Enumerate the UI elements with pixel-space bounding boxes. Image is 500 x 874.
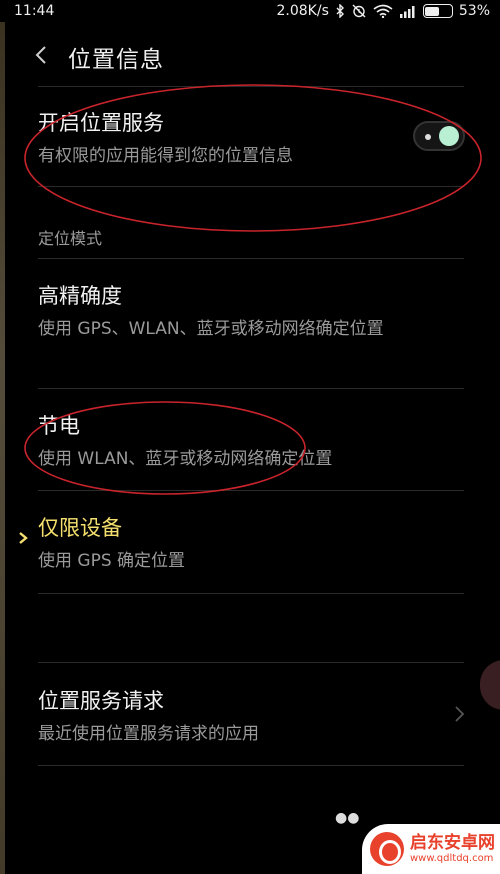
divider — [38, 662, 464, 663]
wifi-icon — [373, 4, 393, 18]
battery-icon — [422, 4, 453, 18]
divider — [38, 490, 464, 491]
location-requests-subtitle: 最近使用位置服务请求的应用 — [38, 724, 259, 744]
menu-dots-icon: ●● — [335, 810, 360, 826]
divider — [38, 388, 464, 389]
page-title: 位置信息 — [68, 47, 164, 73]
floating-ball[interactable] — [480, 660, 500, 710]
mode-option-subtitle: 使用 GPS、WLAN、蓝牙或移动网络确定位置 — [38, 319, 384, 339]
location-requests-title: 位置服务请求 — [38, 689, 164, 713]
alarm-off-icon — [351, 4, 367, 18]
signal-icon — [399, 4, 417, 18]
watermark-url: www.qdltdq.com — [410, 853, 494, 864]
location-service-row[interactable]: 开启位置服务 有权限的应用能得到您的位置信息 — [38, 108, 464, 170]
network-speed: 2.08K/s — [276, 3, 329, 19]
chevron-right-icon — [455, 706, 465, 722]
section-label-mode: 定位模式 — [38, 229, 103, 248]
header: 位置信息 — [0, 30, 500, 80]
battery-percent: 53% — [458, 3, 490, 19]
mode-option-device-only[interactable]: 仅限设备 使用 GPS 确定位置 — [38, 513, 464, 575]
divider — [38, 86, 464, 87]
divider — [38, 186, 464, 187]
back-button[interactable] — [34, 42, 54, 68]
toggle-knob — [439, 126, 459, 146]
chevron-left-icon — [35, 46, 46, 64]
bluetooth-icon — [335, 4, 345, 18]
mode-option-high-accuracy[interactable]: 高精确度 使用 GPS、WLAN、蓝牙或移动网络确定位置 — [38, 281, 464, 343]
mode-option-title: 节电 — [38, 414, 80, 438]
status-time: 11:44 — [14, 3, 55, 19]
screen-edge-strip — [0, 22, 5, 874]
mode-option-title: 高精确度 — [38, 284, 122, 308]
location-service-subtitle: 有权限的应用能得到您的位置信息 — [38, 146, 293, 166]
status-bar: 11:44 2.08K/s 53% — [0, 0, 500, 22]
watermark: 启东安卓网 www.qdltdq.com — [362, 824, 500, 874]
divider — [38, 593, 464, 594]
location-requests-row[interactable]: 位置服务请求 最近使用位置服务请求的应用 — [38, 686, 464, 748]
divider — [38, 765, 464, 766]
mode-option-battery-saving[interactable]: 节电 使用 WLAN、蓝牙或移动网络确定位置 — [38, 411, 464, 473]
selected-chevron-icon — [19, 532, 28, 544]
divider — [38, 258, 464, 259]
watermark-name: 启东安卓网 — [410, 833, 495, 853]
location-service-title: 开启位置服务 — [38, 111, 164, 135]
mode-option-subtitle: 使用 WLAN、蓝牙或移动网络确定位置 — [38, 449, 333, 469]
mode-option-title: 仅限设备 — [38, 516, 122, 540]
status-right: 2.08K/s 53% — [277, 3, 491, 19]
location-service-toggle[interactable] — [413, 121, 465, 151]
watermark-logo-icon — [370, 832, 404, 866]
mode-option-subtitle: 使用 GPS 确定位置 — [38, 551, 186, 571]
toggle-indicator-dot — [425, 134, 431, 140]
